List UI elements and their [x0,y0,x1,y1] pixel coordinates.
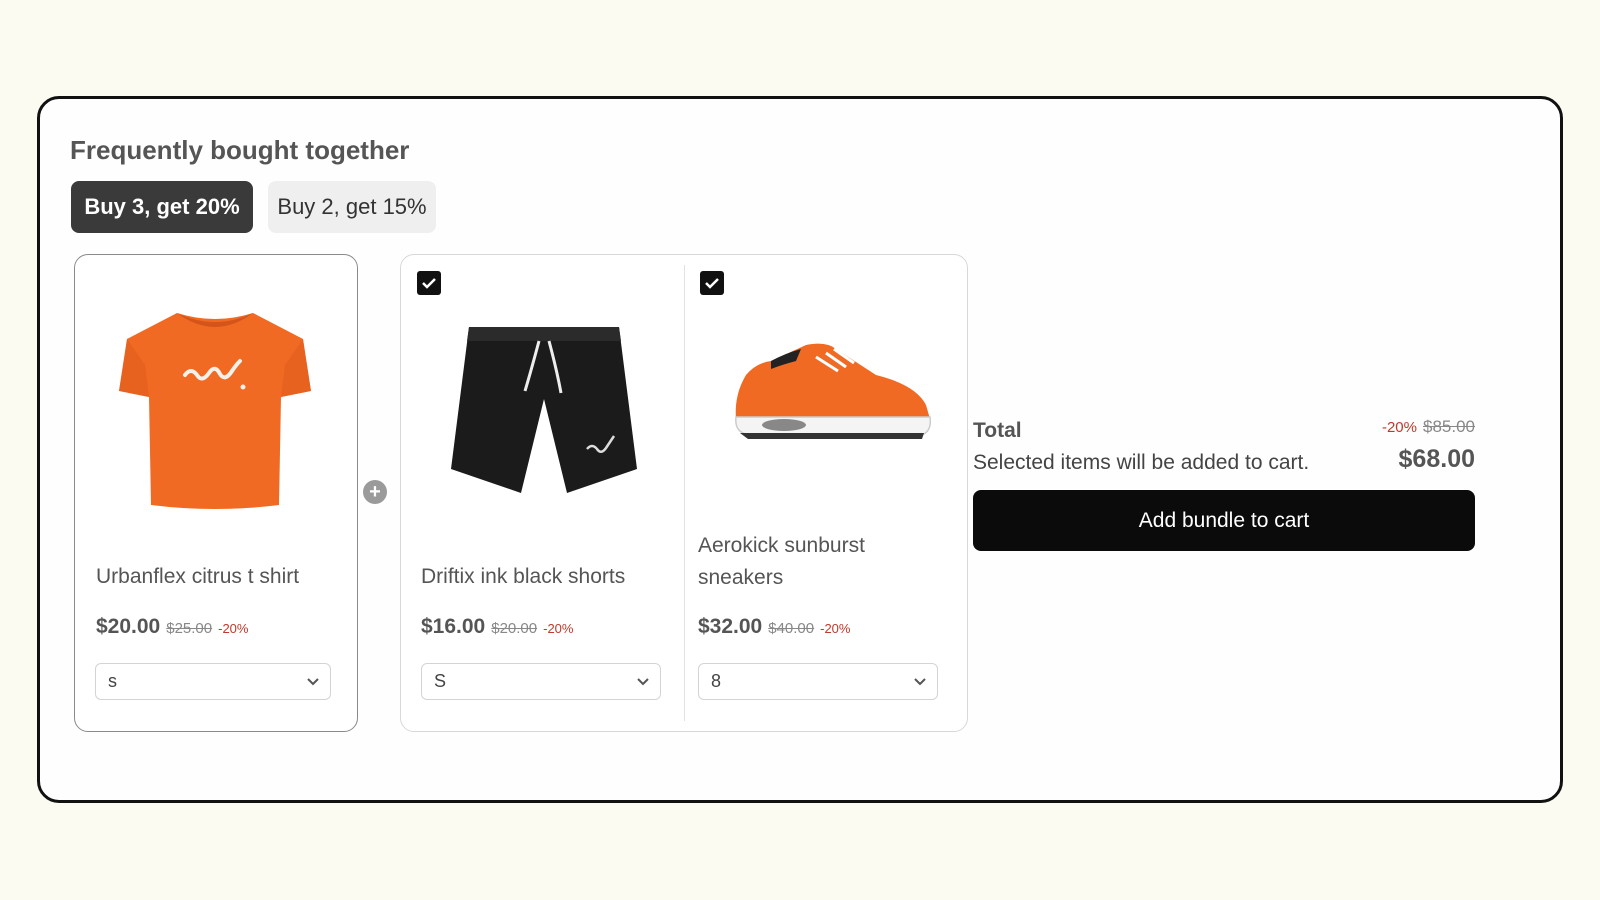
product-name: Driftix ink black shorts [421,565,626,588]
variant-value: s [108,671,117,691]
product-price: $16.00 [421,615,486,638]
discount-badge: -20% [218,621,249,636]
main-product-card: Urbanflex citrus t shirt $20.00 $25.00 -… [74,254,358,732]
shorts-image [447,319,641,504]
total-label: Total [973,419,1022,442]
compare-price: $40.00 [768,620,815,637]
chevron-down-icon [913,671,927,692]
shorts-checkbox[interactable] [417,271,441,295]
discount-badge: -20% [543,621,574,636]
tshirt-image [115,305,315,525]
total-discount: -20% [1381,419,1417,436]
sneaker-image [726,335,936,450]
product-name: Aerokick sunburst sneakers [698,534,865,589]
summary-subtext: Selected items will be added to cart. [973,451,1310,474]
compare-price: $20.00 [491,620,538,637]
sneakers-checkbox[interactable] [700,271,724,295]
variant-select[interactable]: 8 [698,663,938,700]
compare-price: $25.00 [166,620,213,637]
chevron-down-icon [636,671,650,692]
variant-select[interactable]: s [95,663,331,700]
variant-value: S [434,671,447,691]
check-icon [422,278,436,289]
chevron-down-icon [306,671,320,692]
variant-select[interactable]: S [421,663,661,700]
product-price: $32.00 [698,615,763,638]
price-row: $32.00 $40.00 -20% [698,615,850,639]
plus-icon: + [363,480,387,504]
divider [684,265,685,721]
price-row: $20.00 $25.00 -20% [96,615,248,639]
price-row: $16.00 $20.00 -20% [421,615,573,639]
tab-buy-3[interactable]: Buy 3, get 20% [71,181,253,233]
bundle-products-card: Driftix ink black shorts $16.00 $20.00 -… [400,254,968,732]
variant-value: 8 [711,671,722,691]
total-compare-price: $85.00 [1423,417,1475,436]
total-compare-row: -20% $85.00 [1382,417,1475,437]
section-title: Frequently bought together [70,135,410,165]
discount-badge: -20% [820,621,851,636]
add-bundle-button[interactable]: Add bundle to cart [973,490,1475,551]
total-price: $68.00 [1398,445,1475,473]
tab-buy-2[interactable]: Buy 2, get 15% [268,181,436,233]
product-name: Urbanflex citrus t shirt [96,565,300,588]
product-price: $20.00 [96,615,161,638]
check-icon [705,278,719,289]
bundle-card: Frequently bought together Buy 3, get 20… [37,96,1563,803]
